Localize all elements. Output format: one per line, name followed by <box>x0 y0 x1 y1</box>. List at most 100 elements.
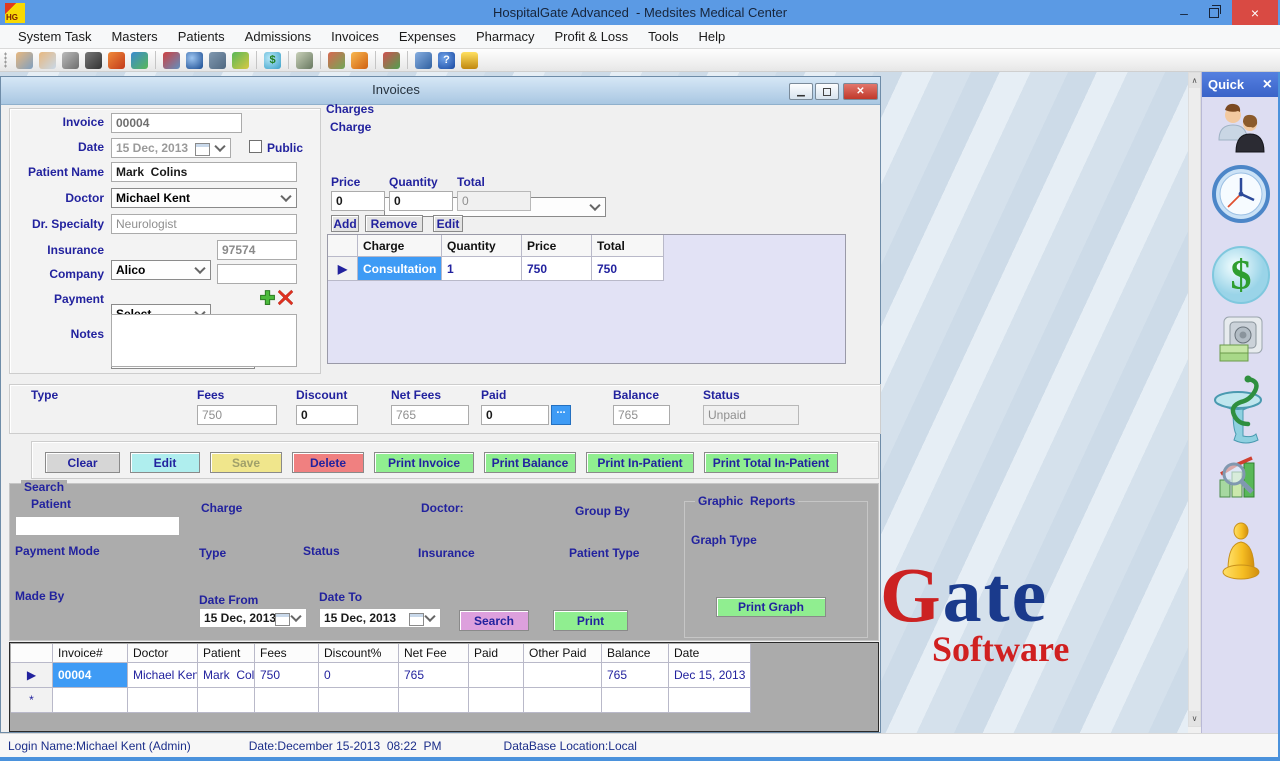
print-balance-button[interactable]: Print Balance <box>484 452 576 473</box>
grid-cell[interactable]: 1 <box>442 257 522 281</box>
grid-cell[interactable] <box>469 688 524 713</box>
clear-button[interactable]: Clear <box>45 452 120 473</box>
microscope-icon[interactable] <box>85 52 102 69</box>
close-button[interactable]: × <box>1232 0 1278 25</box>
column-header[interactable]: Invoice# <box>53 644 128 663</box>
signature-icon[interactable] <box>62 52 79 69</box>
menu-admissions[interactable]: Admissions <box>235 25 321 48</box>
menu-help[interactable]: Help <box>689 25 736 48</box>
restore-button[interactable] <box>1200 0 1228 25</box>
invoices-table[interactable]: Invoice#DoctorPatientFeesDiscount%Net Fe… <box>11 644 753 713</box>
grid-cell[interactable] <box>524 663 602 688</box>
hospital-clock-icon[interactable] <box>163 52 180 69</box>
grid-cell[interactable]: Consultation <box>358 257 442 281</box>
column-header[interactable]: Charge <box>358 235 442 257</box>
notes-field[interactable] <box>111 314 297 367</box>
grid-cell[interactable] <box>319 688 399 713</box>
dollar-coin-icon[interactable]: $ <box>264 52 281 69</box>
menu-pharmacy[interactable]: Pharmacy <box>466 25 545 48</box>
menu-tools[interactable]: Tools <box>638 25 688 48</box>
balance-field[interactable]: 765 <box>613 405 670 425</box>
quantity-field[interactable]: 0 <box>389 191 453 211</box>
menu-expenses[interactable]: Expenses <box>389 25 466 48</box>
grid-cell[interactable]: Dec 15, 2013 <box>669 663 751 688</box>
print-invoice-button[interactable]: Print Invoice <box>374 452 474 473</box>
grid-cell[interactable] <box>128 688 198 713</box>
column-header[interactable]: Net Fee <box>399 644 469 663</box>
column-header[interactable]: Discount% <box>319 644 399 663</box>
grid-cell[interactable] <box>399 688 469 713</box>
patients-icon[interactable] <box>1214 100 1268 163</box>
column-header[interactable]: Patient <box>198 644 255 663</box>
grid-cell[interactable]: Michael Kent <box>128 663 198 688</box>
bell-icon[interactable] <box>461 52 478 69</box>
row-selector[interactable]: ▶ <box>328 257 358 281</box>
grid-cell[interactable] <box>53 688 128 713</box>
menu-profit-loss[interactable]: Profit & Loss <box>544 25 638 48</box>
print-graph-button[interactable]: Print Graph <box>716 597 826 617</box>
help-icon[interactable]: ? <box>438 52 455 69</box>
save-button[interactable]: Save <box>210 452 282 473</box>
money-leaf-icon[interactable] <box>232 52 249 69</box>
child-minimize-button[interactable]: ▁ <box>789 83 813 100</box>
grid-cell[interactable] <box>524 688 602 713</box>
insurance-select[interactable]: Alico <box>111 260 211 280</box>
pen-icon[interactable] <box>108 52 125 69</box>
company-number-field[interactable] <box>217 264 297 284</box>
package-icon[interactable] <box>296 52 313 69</box>
grid-cell[interactable]: 750 <box>592 257 664 281</box>
menu-system-task[interactable]: System Task <box>8 25 101 48</box>
mdi-scrollbar[interactable]: ∧ ∨ <box>1188 72 1201 727</box>
print-inpatient-button[interactable]: Print In-Patient <box>586 452 694 473</box>
column-header[interactable]: Doctor <box>128 644 198 663</box>
bell-icon[interactable] <box>1219 522 1263 589</box>
insurance-number-field[interactable]: 97574 <box>217 240 297 260</box>
discount-field[interactable]: 0 <box>296 405 358 425</box>
scroll-down-icon[interactable]: ∨ <box>1189 711 1200 726</box>
delete-payment-icon[interactable] <box>277 289 294 311</box>
column-header[interactable]: Quantity <box>442 235 522 257</box>
clock-icon[interactable] <box>1211 164 1271 229</box>
doctor-select[interactable]: Michael Kent <box>111 188 297 208</box>
grid-cell[interactable]: 765 <box>399 663 469 688</box>
column-header[interactable]: Date <box>669 644 751 663</box>
grid-cell[interactable] <box>469 663 524 688</box>
fees-field[interactable]: 750 <box>197 405 277 425</box>
menu-patients[interactable]: Patients <box>168 25 235 48</box>
table-row[interactable]: * <box>11 688 753 713</box>
calendar-icon[interactable] <box>275 613 290 626</box>
child-close-button[interactable]: ✕ <box>843 83 878 100</box>
grid-cell[interactable]: 765 <box>602 663 669 688</box>
grid-cell[interactable]: 0 <box>319 663 399 688</box>
grid-cell[interactable]: 750 <box>522 257 592 281</box>
menu-invoices[interactable]: Invoices <box>321 25 389 48</box>
report-search-icon[interactable] <box>1214 452 1268 511</box>
redo-arrow-icon[interactable] <box>351 52 368 69</box>
chevron-down-icon[interactable] <box>424 611 435 622</box>
search-patient-input[interactable] <box>15 516 180 536</box>
search-print-button[interactable]: Print <box>553 610 628 631</box>
remove-charge-button[interactable]: Remove <box>365 215 423 232</box>
chevron-down-icon[interactable] <box>214 141 225 152</box>
column-header[interactable] <box>328 235 358 257</box>
charges-table[interactable]: ChargeQuantityPriceTotal▶Consultation175… <box>327 234 846 364</box>
column-header[interactable]: Price <box>522 235 592 257</box>
row-selector[interactable]: * <box>11 688 53 713</box>
date-field[interactable]: 15 Dec, 2013 <box>111 138 231 158</box>
grid-cell[interactable] <box>255 688 319 713</box>
column-header[interactable]: Fees <box>255 644 319 663</box>
child-restore-button[interactable] <box>815 83 839 100</box>
patients-group-icon[interactable] <box>16 52 33 69</box>
row-selector[interactable]: ▶ <box>11 663 53 688</box>
delete-button[interactable]: Delete <box>292 452 364 473</box>
patient-name-field[interactable]: Mark Colins <box>111 162 297 182</box>
dollar-icon[interactable]: $ <box>1210 244 1272 311</box>
patient-icon[interactable] <box>39 52 56 69</box>
column-header[interactable]: Paid <box>469 644 524 663</box>
calendar-icon[interactable] <box>409 613 424 626</box>
column-header[interactable] <box>11 644 53 663</box>
grid-cell[interactable] <box>602 688 669 713</box>
netfees-field[interactable]: 765 <box>391 405 469 425</box>
globe-icon[interactable] <box>131 52 148 69</box>
menu-masters[interactable]: Masters <box>101 25 167 48</box>
